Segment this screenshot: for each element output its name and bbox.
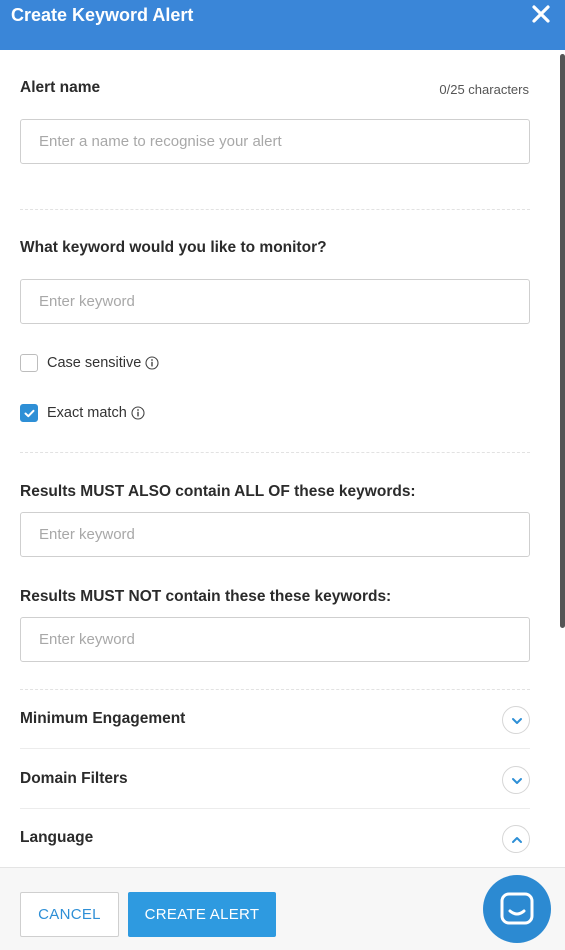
section-minimum-engagement[interactable]: Minimum Engagement	[20, 700, 530, 740]
section-divider	[20, 689, 530, 690]
section-label: Language	[20, 829, 94, 846]
cancel-button[interactable]: CANCEL	[20, 892, 119, 937]
chevron-down-icon[interactable]	[502, 766, 530, 794]
alert-name-input[interactable]	[20, 119, 530, 164]
exact-match-option: Exact match	[20, 403, 145, 423]
info-icon[interactable]	[131, 406, 145, 420]
modal-footer: CANCEL CREATE ALERT	[0, 867, 565, 950]
case-sensitive-label: Case sensitive	[47, 355, 142, 371]
chevron-up-icon[interactable]	[502, 825, 530, 853]
must-also-label: Results MUST ALSO contain ALL OF these k…	[20, 483, 416, 500]
section-label: Minimum Engagement	[20, 710, 186, 727]
create-alert-button[interactable]: CREATE ALERT	[128, 892, 276, 937]
case-sensitive-checkbox[interactable]	[20, 354, 38, 372]
close-icon[interactable]	[530, 2, 552, 26]
scrollbar[interactable]	[560, 54, 565, 628]
section-label: Domain Filters	[20, 770, 128, 787]
modal-header: Create Keyword Alert	[0, 0, 565, 50]
chat-icon[interactable]	[483, 875, 551, 943]
section-domain-filters[interactable]: Domain Filters	[20, 760, 530, 800]
alert-name-label: Alert name	[20, 79, 101, 96]
must-not-label: Results MUST NOT contain these these key…	[20, 588, 392, 605]
section-language[interactable]: Language	[20, 819, 530, 859]
exact-match-label: Exact match	[47, 405, 127, 421]
section-divider	[20, 209, 530, 210]
character-counter: 0/25 characters	[439, 82, 529, 97]
case-sensitive-option: Case sensitive	[20, 353, 159, 373]
modal-title: Create Keyword Alert	[11, 5, 194, 25]
must-not-input[interactable]	[20, 617, 530, 662]
section-divider	[20, 748, 530, 749]
must-also-input[interactable]	[20, 512, 530, 557]
keyword-label: What keyword would you like to monitor?	[20, 239, 327, 256]
section-divider	[20, 452, 530, 453]
exact-match-checkbox[interactable]	[20, 404, 38, 422]
keyword-input[interactable]	[20, 279, 530, 324]
chevron-down-icon[interactable]	[502, 706, 530, 734]
section-divider	[20, 808, 530, 809]
info-icon[interactable]	[145, 356, 159, 370]
